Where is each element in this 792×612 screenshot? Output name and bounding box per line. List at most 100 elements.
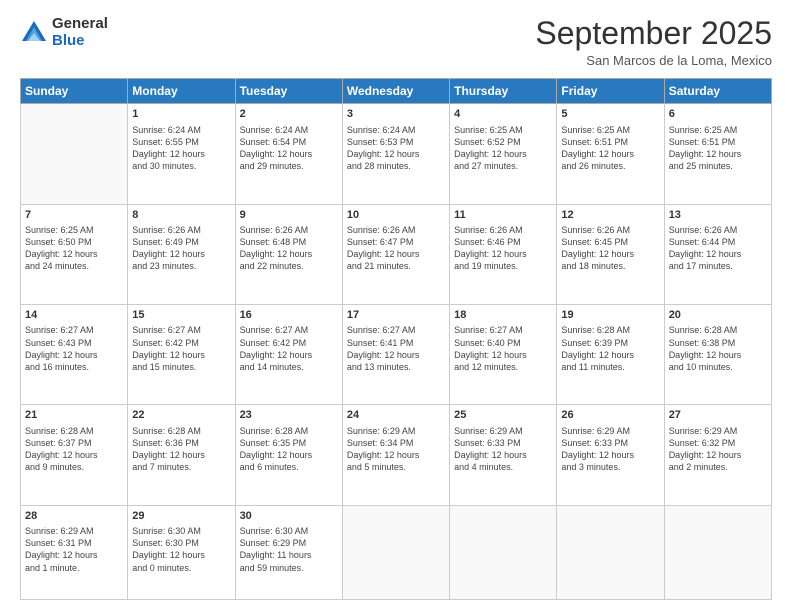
col-saturday: Saturday [664,79,771,104]
day-number: 10 [347,208,445,223]
day-info: Sunrise: 6:25 AM Sunset: 6:50 PM Dayligh… [25,224,123,273]
day-number: 22 [132,408,230,423]
col-monday: Monday [128,79,235,104]
day-number: 18 [454,308,552,323]
day-cell: 22 Sunrise: 6:28 AM Sunset: 6:36 PM Dayli… [128,405,235,505]
day-number: 14 [25,308,123,323]
col-sunday: Sunday [21,79,128,104]
day-info: Sunrise: 6:27 AM Sunset: 6:42 PM Dayligh… [240,324,338,373]
day-info: Sunrise: 6:29 AM Sunset: 6:33 PM Dayligh… [561,425,659,474]
day-cell [450,505,557,599]
calendar-table: Sunday Monday Tuesday Wednesday Thursday… [20,78,772,600]
day-cell: 27 Sunrise: 6:29 AM Sunset: 6:32 PM Dayli… [664,405,771,505]
week-row-1: 7Sunrise: 6:25 AM Sunset: 6:50 PM Daylig… [21,204,772,304]
day-number: 24 [347,408,445,423]
day-cell: 5 Sunrise: 6:25 AM Sunset: 6:51 PM Daylig… [557,104,664,204]
day-info: Sunrise: 6:26 AM Sunset: 6:48 PM Dayligh… [240,224,338,273]
day-number: 16 [240,308,338,323]
week-row-2: 14Sunrise: 6:27 AM Sunset: 6:43 PM Dayli… [21,305,772,405]
logo-text: General Blue [52,16,108,49]
day-info: Sunrise: 6:24 AM Sunset: 6:54 PM Dayligh… [240,124,338,173]
col-wednesday: Wednesday [342,79,449,104]
day-info: Sunrise: 6:28 AM Sunset: 6:37 PM Dayligh… [25,425,123,474]
day-info: Sunrise: 6:24 AM Sunset: 6:53 PM Dayligh… [347,124,445,173]
day-number: 6 [669,107,767,122]
day-cell: 23 Sunrise: 6:28 AM Sunset: 6:35 PM Dayli… [235,405,342,505]
day-info: Sunrise: 6:29 AM Sunset: 6:32 PM Dayligh… [669,425,767,474]
day-cell: 8Sunrise: 6:26 AM Sunset: 6:49 PM Daylig… [128,204,235,304]
day-number: 26 [561,408,659,423]
day-number: 11 [454,208,552,223]
day-cell: 4 Sunrise: 6:25 AM Sunset: 6:52 PM Daylig… [450,104,557,204]
day-info: Sunrise: 6:27 AM Sunset: 6:40 PM Dayligh… [454,324,552,373]
day-number: 4 [454,107,552,122]
day-info: Sunrise: 6:25 AM Sunset: 6:51 PM Dayligh… [561,124,659,173]
day-info: Sunrise: 6:28 AM Sunset: 6:35 PM Dayligh… [240,425,338,474]
page: General Blue September 2025 San Marcos d… [0,0,792,612]
day-info: Sunrise: 6:28 AM Sunset: 6:36 PM Dayligh… [132,425,230,474]
day-cell: 11Sunrise: 6:26 AM Sunset: 6:46 PM Dayli… [450,204,557,304]
day-cell: 7Sunrise: 6:25 AM Sunset: 6:50 PM Daylig… [21,204,128,304]
day-cell: 19Sunrise: 6:28 AM Sunset: 6:39 PM Dayli… [557,305,664,405]
day-number: 1 [132,107,230,122]
header: General Blue September 2025 San Marcos d… [20,16,772,68]
month-title: September 2025 [535,16,772,51]
day-info: Sunrise: 6:27 AM Sunset: 6:42 PM Dayligh… [132,324,230,373]
day-cell: 25 Sunrise: 6:29 AM Sunset: 6:33 PM Dayli… [450,405,557,505]
location: San Marcos de la Loma, Mexico [535,53,772,68]
day-info: Sunrise: 6:27 AM Sunset: 6:41 PM Dayligh… [347,324,445,373]
day-cell: 14Sunrise: 6:27 AM Sunset: 6:43 PM Dayli… [21,305,128,405]
day-cell: 18Sunrise: 6:27 AM Sunset: 6:40 PM Dayli… [450,305,557,405]
day-info: Sunrise: 6:24 AM Sunset: 6:55 PM Dayligh… [132,124,230,173]
week-row-0: 1 Sunrise: 6:24 AM Sunset: 6:55 PM Daylig… [21,104,772,204]
day-info: Sunrise: 6:29 AM Sunset: 6:31 PM Dayligh… [25,525,123,574]
day-info: Sunrise: 6:25 AM Sunset: 6:51 PM Dayligh… [669,124,767,173]
col-friday: Friday [557,79,664,104]
day-cell: 12Sunrise: 6:26 AM Sunset: 6:45 PM Dayli… [557,204,664,304]
day-number: 30 [240,509,338,524]
day-cell [342,505,449,599]
day-info: Sunrise: 6:26 AM Sunset: 6:47 PM Dayligh… [347,224,445,273]
day-info: Sunrise: 6:28 AM Sunset: 6:39 PM Dayligh… [561,324,659,373]
day-number: 20 [669,308,767,323]
day-cell: 6 Sunrise: 6:25 AM Sunset: 6:51 PM Daylig… [664,104,771,204]
day-info: Sunrise: 6:29 AM Sunset: 6:33 PM Dayligh… [454,425,552,474]
day-number: 23 [240,408,338,423]
day-info: Sunrise: 6:26 AM Sunset: 6:45 PM Dayligh… [561,224,659,273]
day-cell: 16Sunrise: 6:27 AM Sunset: 6:42 PM Dayli… [235,305,342,405]
day-cell: 20Sunrise: 6:28 AM Sunset: 6:38 PM Dayli… [664,305,771,405]
day-info: Sunrise: 6:30 AM Sunset: 6:30 PM Dayligh… [132,525,230,574]
logo: General Blue [20,16,108,49]
day-number: 12 [561,208,659,223]
day-cell: 3 Sunrise: 6:24 AM Sunset: 6:53 PM Daylig… [342,104,449,204]
day-number: 25 [454,408,552,423]
col-tuesday: Tuesday [235,79,342,104]
day-number: 8 [132,208,230,223]
day-cell [664,505,771,599]
col-thursday: Thursday [450,79,557,104]
day-number: 27 [669,408,767,423]
day-info: Sunrise: 6:29 AM Sunset: 6:34 PM Dayligh… [347,425,445,474]
day-number: 21 [25,408,123,423]
day-number: 28 [25,509,123,524]
day-cell: 24 Sunrise: 6:29 AM Sunset: 6:34 PM Dayli… [342,405,449,505]
day-number: 29 [132,509,230,524]
week-row-3: 21 Sunrise: 6:28 AM Sunset: 6:37 PM Dayli… [21,405,772,505]
day-info: Sunrise: 6:28 AM Sunset: 6:38 PM Dayligh… [669,324,767,373]
day-number: 7 [25,208,123,223]
day-cell: 17Sunrise: 6:27 AM Sunset: 6:41 PM Dayli… [342,305,449,405]
day-cell: 21 Sunrise: 6:28 AM Sunset: 6:37 PM Dayli… [21,405,128,505]
day-cell: 2Sunrise: 6:24 AM Sunset: 6:54 PM Daylig… [235,104,342,204]
day-info: Sunrise: 6:27 AM Sunset: 6:43 PM Dayligh… [25,324,123,373]
day-cell: 26 Sunrise: 6:29 AM Sunset: 6:33 PM Dayli… [557,405,664,505]
day-number: 5 [561,107,659,122]
day-info: Sunrise: 6:25 AM Sunset: 6:52 PM Dayligh… [454,124,552,173]
header-row: Sunday Monday Tuesday Wednesday Thursday… [21,79,772,104]
day-number: 19 [561,308,659,323]
day-cell: 15Sunrise: 6:27 AM Sunset: 6:42 PM Dayli… [128,305,235,405]
day-info: Sunrise: 6:26 AM Sunset: 6:49 PM Dayligh… [132,224,230,273]
logo-icon [20,19,48,47]
day-number: 3 [347,107,445,122]
title-block: September 2025 San Marcos de la Loma, Me… [535,16,772,68]
day-cell [557,505,664,599]
